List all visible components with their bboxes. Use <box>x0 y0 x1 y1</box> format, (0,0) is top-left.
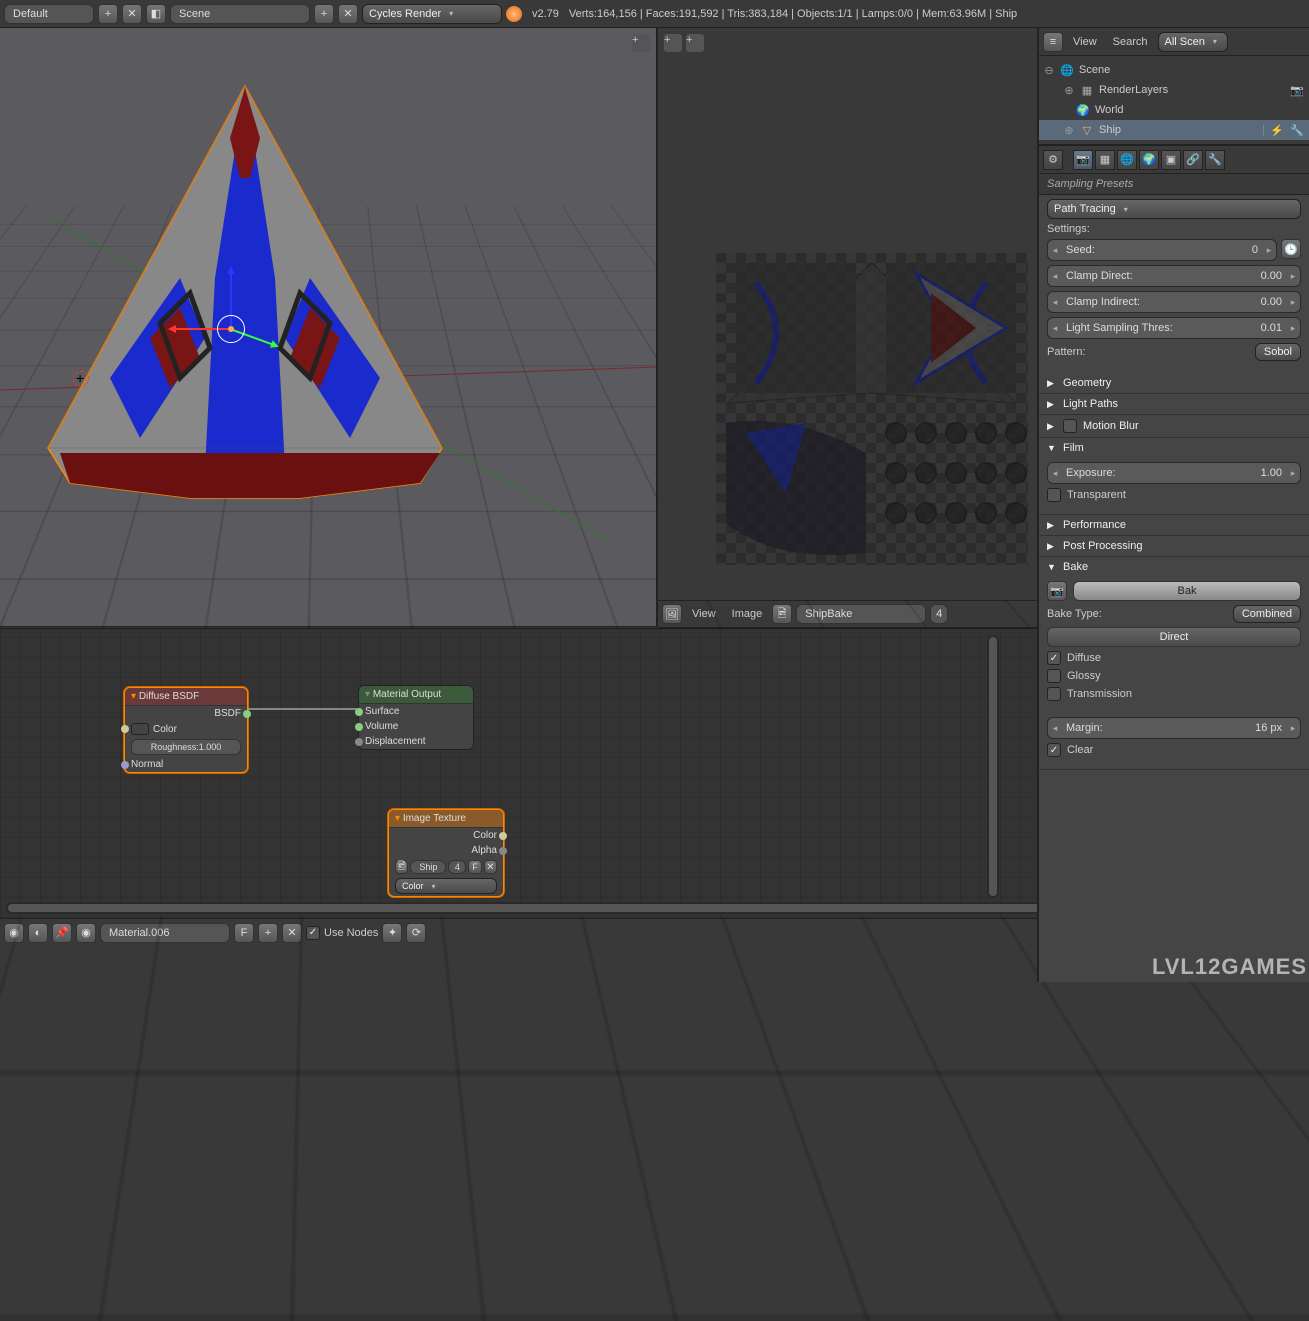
node-scrollbar-h[interactable] <box>6 902 1189 914</box>
uv-corner-plus2-icon[interactable]: + <box>686 34 704 52</box>
outliner-menu-search[interactable]: Search <box>1107 36 1154 48</box>
bake-direct-button[interactable]: Direct <box>1047 627 1301 647</box>
uv-canvas[interactable] <box>716 253 1028 565</box>
modifier-icon[interactable]: ⚡ <box>1269 122 1285 138</box>
editor-type-icon[interactable]: ⚙ <box>1043 150 1063 170</box>
ship-mesh[interactable] <box>30 78 460 508</box>
bake-clear-checkbox[interactable] <box>1047 743 1061 757</box>
sampling-panel-header[interactable]: Sampling Presets <box>1039 174 1309 195</box>
pattern-selector[interactable]: Sobol <box>1255 343 1301 361</box>
clamp-direct-field[interactable]: ◂Clamp Direct:0.00▸ <box>1047 265 1301 287</box>
bake-type-selector[interactable]: Combined <box>1233 605 1301 623</box>
render-toggle-icon[interactable]: 📷 <box>1289 82 1305 98</box>
bake-camera-icon: 📷 <box>1047 581 1067 601</box>
exposure-field[interactable]: ◂Exposure:1.00▸ <box>1047 462 1301 484</box>
tab-world[interactable]: 🌍 <box>1139 150 1159 170</box>
integrator-selector[interactable]: Path Tracing <box>1047 199 1301 219</box>
tab-render-layers[interactable]: ▦ <box>1095 150 1115 170</box>
light-threshold-field[interactable]: ◂Light Sampling Thres:0.01▸ <box>1047 317 1301 339</box>
outliner-ship[interactable]: ⊕▽Ship | ⚡ 🔧 <box>1039 120 1309 140</box>
image-browse-icon[interactable]: 🖻 <box>395 860 408 874</box>
cursor-3d-icon <box>70 368 92 390</box>
add-scene-button[interactable]: + <box>314 4 334 24</box>
right-sidebar: ≡ View Search All Scen ⊖🌐Scene ⊕▦RenderL… <box>1037 28 1309 982</box>
viewport-3d[interactable]: + t Mode ◉ ⊙⬚⋯ ↕↗⟲⤢ Global ⬛ ◯ ⊞ ⟟ ▦ <box>0 28 658 628</box>
bake-button[interactable]: Bak <box>1073 581 1301 601</box>
node-header[interactable]: ▾ Image Texture <box>389 810 503 828</box>
pattern-label: Pattern: <box>1047 346 1249 358</box>
panel-geometry[interactable]: ▶Geometry <box>1039 373 1309 393</box>
layout-selector[interactable]: Default <box>4 4 94 24</box>
uv-corner-plus-icon[interactable]: + <box>664 34 682 52</box>
scene-browse-button[interactable]: ◧ <box>146 4 166 24</box>
node-header[interactable]: ▾ Material Output <box>359 686 473 704</box>
tab-scene[interactable]: 🌐 <box>1117 150 1137 170</box>
info-header: Default + ✕ ◧ Scene + ✕ Cycles Render v2… <box>0 0 1309 28</box>
outliner-menu-view[interactable]: View <box>1067 36 1103 48</box>
unlink-icon[interactable]: ✕ <box>484 860 497 874</box>
panel-motion-blur[interactable]: ▶Motion Blur <box>1039 415 1309 437</box>
outliner-tree[interactable]: ⊖🌐Scene ⊕▦RenderLayers 📷 🌍World ⊕▽Ship |… <box>1039 56 1309 146</box>
scene-stats: Verts:164,156 | Faces:191,592 | Tris:383… <box>569 8 1017 20</box>
properties-panel[interactable]: Sampling Presets Path Tracing Settings: … <box>1039 174 1309 982</box>
seed-clock-icon[interactable]: 🕒 <box>1281 239 1301 259</box>
wrench-icon[interactable]: 🔧 <box>1289 122 1305 138</box>
add-layout-button[interactable]: + <box>98 4 118 24</box>
panel-performance[interactable]: ▶Performance <box>1039 515 1309 535</box>
render-engine-selector[interactable]: Cycles Render <box>362 4 502 24</box>
tab-constraints[interactable]: 🔗 <box>1183 150 1203 170</box>
outliner-scene[interactable]: ⊖🌐Scene <box>1039 60 1309 80</box>
clamp-indirect-field[interactable]: ◂Clamp Indirect:0.00▸ <box>1047 291 1301 313</box>
properties-tabs: ⚙ 📷 ▦ 🌐 🌍 ▣ 🔗 🔧 <box>1039 146 1309 174</box>
seed-field[interactable]: ◂Seed:0▸ <box>1047 239 1277 261</box>
bake-diffuse-checkbox[interactable] <box>1047 651 1061 665</box>
motion-blur-checkbox[interactable] <box>1063 419 1077 433</box>
scene-selector[interactable]: Scene <box>170 4 310 24</box>
tab-object[interactable]: ▣ <box>1161 150 1181 170</box>
panel-post-processing[interactable]: ▶Post Processing <box>1039 536 1309 556</box>
panel-film[interactable]: ▼Film <box>1039 438 1309 458</box>
settings-label: Settings: <box>1047 223 1301 235</box>
viewport-plus-icon[interactable]: + <box>632 34 650 52</box>
editor-type-icon[interactable]: ≡ <box>1043 32 1063 52</box>
node-material-output[interactable]: ▾ Material Output Surface Volume Displac… <box>358 685 474 750</box>
tab-modifiers[interactable]: 🔧 <box>1205 150 1225 170</box>
outliner-renderlayers[interactable]: ⊕▦RenderLayers 📷 <box>1039 80 1309 100</box>
bake-transmission-checkbox[interactable] <box>1047 687 1061 701</box>
node-header[interactable]: ▾ Diffuse BSDF <box>125 688 247 706</box>
delete-scene-button[interactable]: ✕ <box>338 4 358 24</box>
node-image-texture[interactable]: ▾ Image Texture Color Alpha 🖻 Ship 4 F ✕… <box>388 809 504 897</box>
panel-light-paths[interactable]: ▶Light Paths <box>1039 394 1309 414</box>
transparent-checkbox[interactable] <box>1047 488 1061 502</box>
bake-type-label: Bake Type: <box>1047 608 1227 620</box>
panel-bake[interactable]: ▼Bake <box>1039 557 1309 577</box>
outliner-display-mode[interactable]: All Scen <box>1158 32 1228 52</box>
node-diffuse-bsdf[interactable]: ▾ Diffuse BSDF BSDF Color Roughness:1.00… <box>124 687 248 773</box>
version-text: v2.79 <box>532 8 559 20</box>
blender-logo-icon <box>506 6 522 22</box>
outliner-world[interactable]: 🌍World <box>1039 100 1309 120</box>
outliner-header: ≡ View Search All Scen <box>1039 28 1309 56</box>
tab-render[interactable]: 📷 <box>1073 150 1093 170</box>
bake-glossy-checkbox[interactable] <box>1047 669 1061 683</box>
bake-margin-field[interactable]: ◂Margin:16 px▸ <box>1047 717 1301 739</box>
node-scrollbar-v[interactable] <box>987 635 999 898</box>
delete-layout-button[interactable]: ✕ <box>122 4 142 24</box>
